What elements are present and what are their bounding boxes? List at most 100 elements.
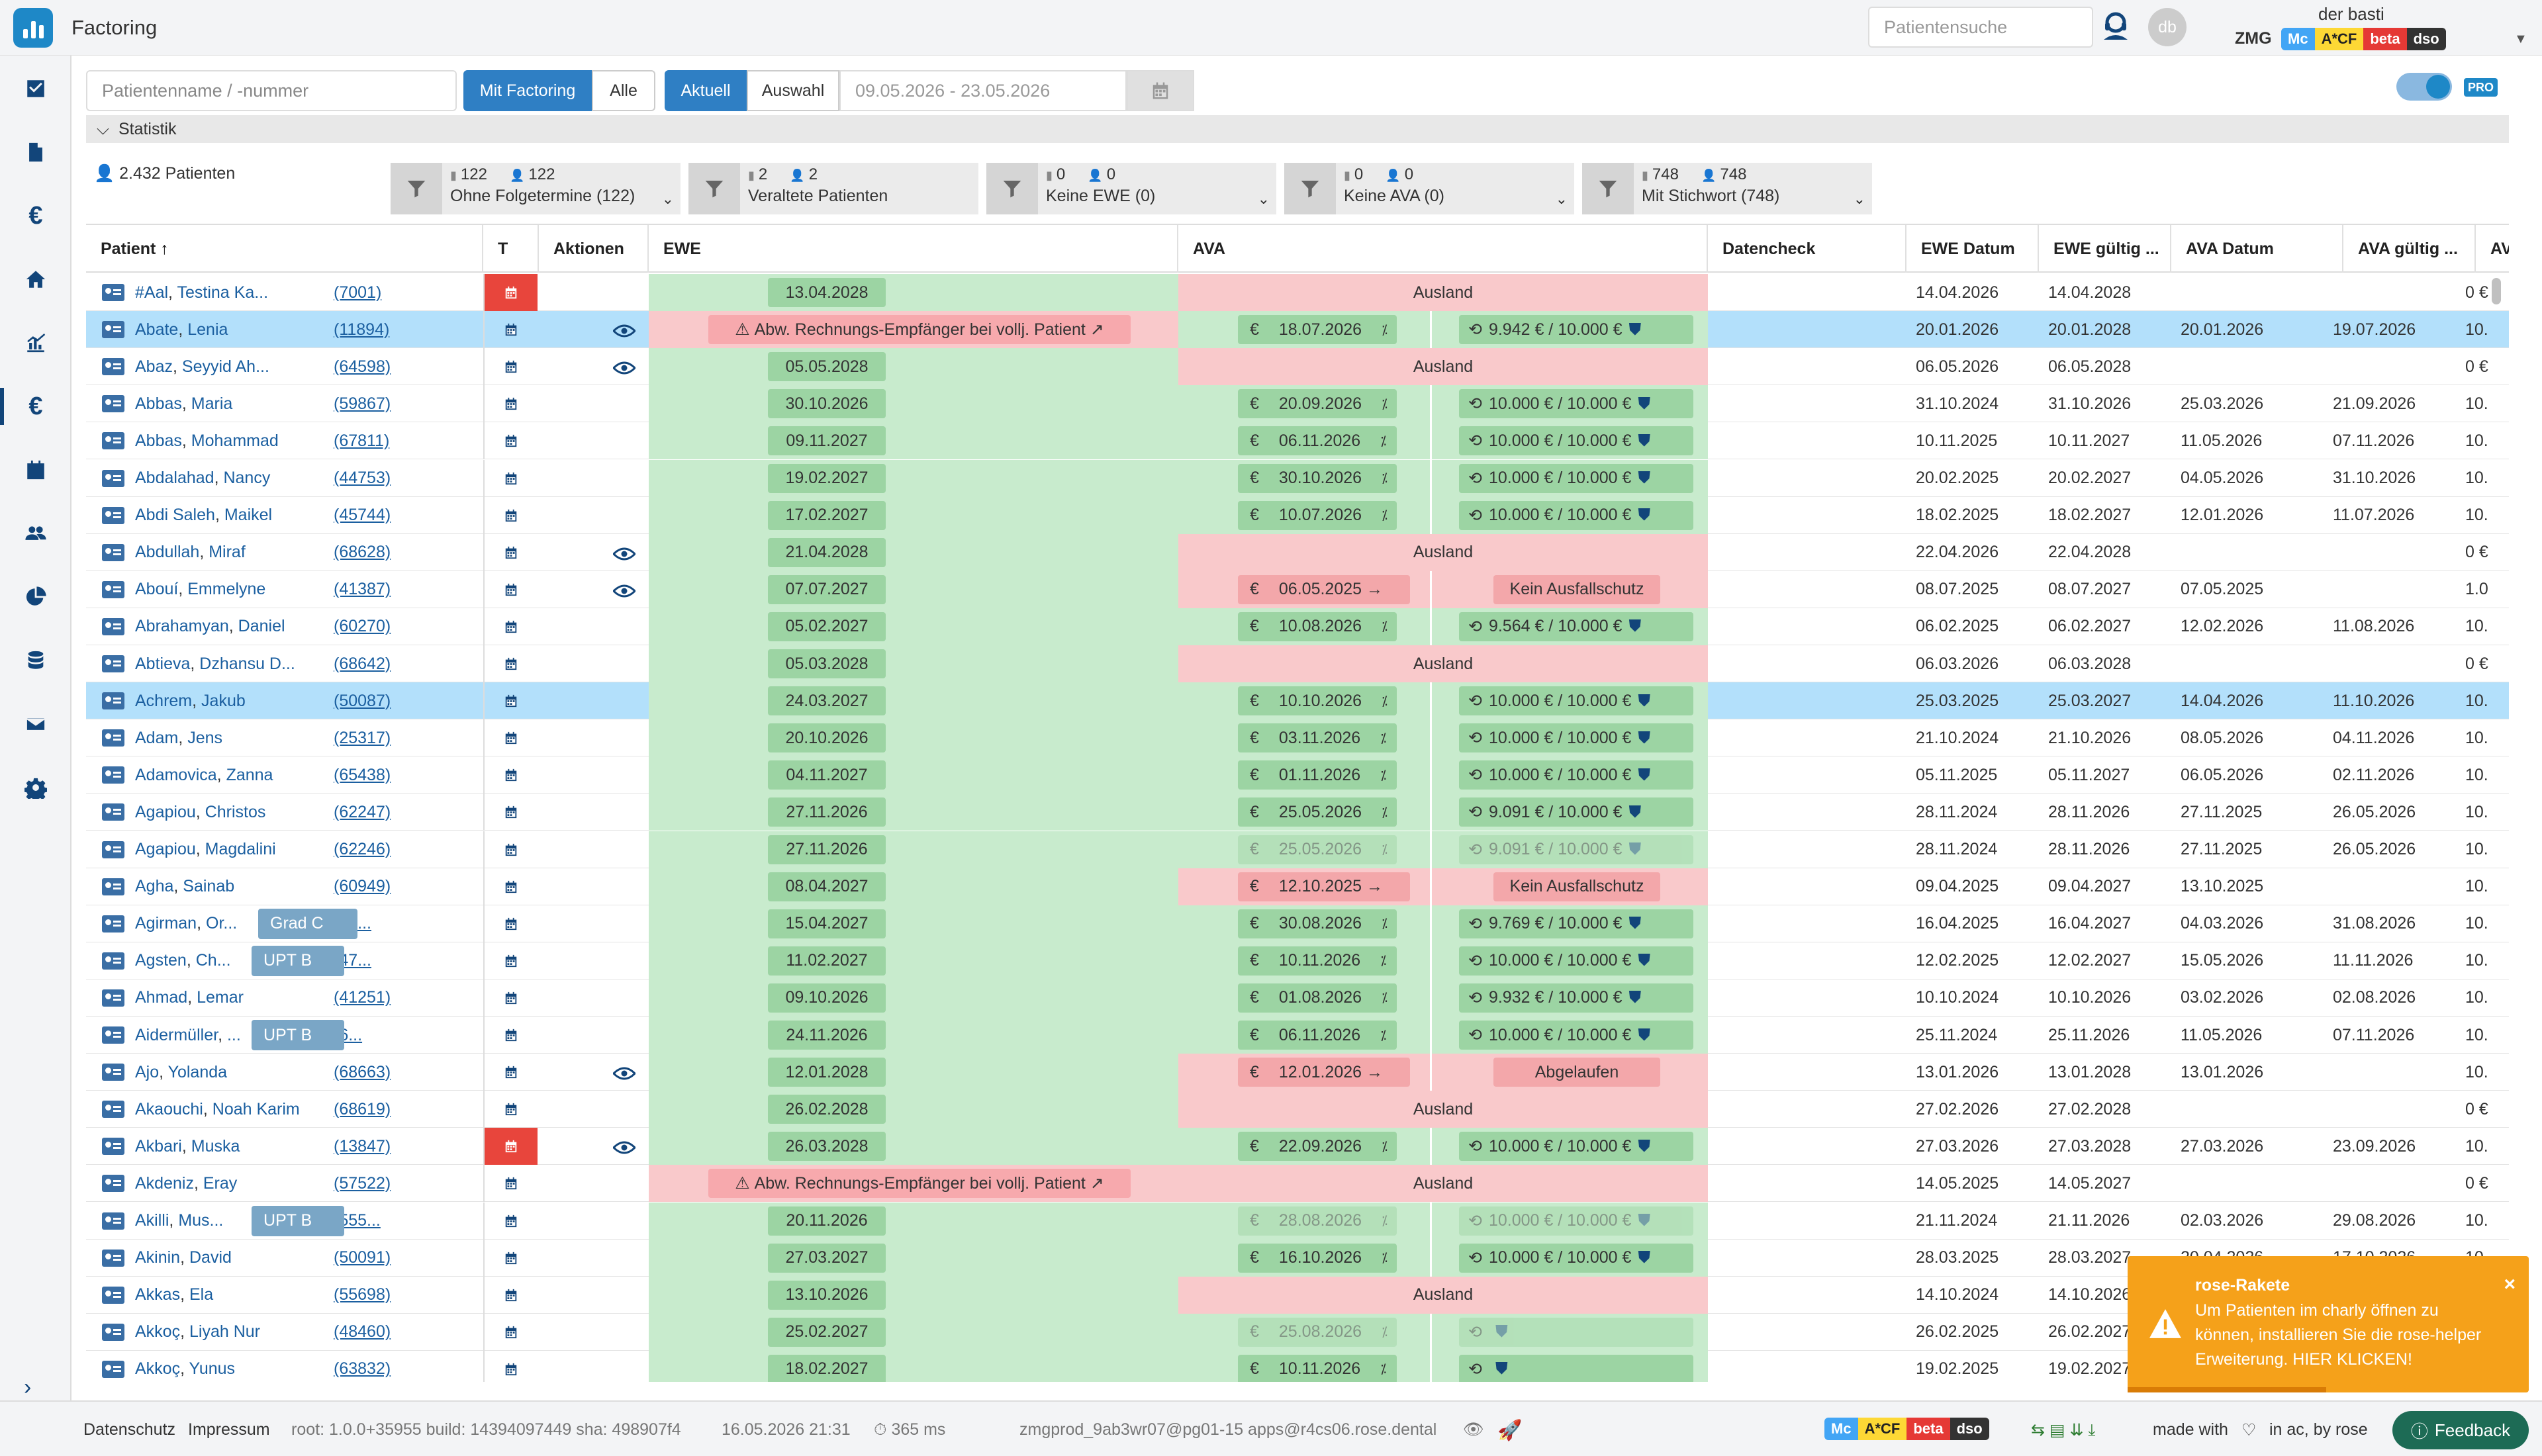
patient-card-icon[interactable] xyxy=(102,506,124,524)
sidebar-item-calendar[interactable] xyxy=(17,451,54,488)
appointment-cell[interactable] xyxy=(483,645,538,682)
patient-name[interactable]: Abbas, Maria xyxy=(135,394,360,414)
ava-cell[interactable]: €10.11.2026 ⁒ ⟲ 10.000 € / 10.000 € ⛊ xyxy=(1178,942,1708,979)
appointment-cell[interactable] xyxy=(483,794,538,831)
ewe-cell[interactable]: 11.02.2027 xyxy=(649,942,1178,979)
calendar-icon[interactable] xyxy=(504,508,518,523)
table-row[interactable]: Agha, Sainab (60949) 08.04.2027 €12.10.2025… xyxy=(86,868,2509,905)
chevron-right-icon[interactable]: › xyxy=(24,1375,31,1400)
sidebar-item-billing[interactable]: € xyxy=(17,197,54,234)
ava-cell[interactable]: €03.11.2026 ⁒ ⟲ 10.000 € / 10.000 € ⛊ xyxy=(1178,719,1708,757)
sidebar-item-settings[interactable] xyxy=(17,769,54,806)
patient-card-icon[interactable] xyxy=(102,1138,124,1156)
calendar-icon[interactable] xyxy=(504,1176,518,1191)
ava-cell[interactable]: €01.11.2026 ⁒ ⟲ 10.000 € / 10.000 € ⛊ xyxy=(1178,756,1708,794)
ewe-cell[interactable]: 19.02.2027 xyxy=(649,459,1178,497)
ewe-cell[interactable]: ⚠ Abw. Rechnungs-Empfänger bei vollj. Pa… xyxy=(649,311,1178,349)
ava-cell[interactable]: €01.08.2026 ⁒ ⟲ 9.932 € / 10.000 € ⛊ xyxy=(1178,979,1708,1017)
patient-name[interactable]: Abouí, Emmelyne xyxy=(135,580,360,599)
patient-cell[interactable]: Abbas, Mohammad (67811) xyxy=(86,422,483,459)
stat-filter-followup[interactable]: ▮ 122 👤 122 Ohne Folgetermine (122) ⌄ xyxy=(391,163,681,214)
table-row[interactable]: Adam, Jens (25317) 20.10.2026 €03.11.2026 ⁒ ⟲… xyxy=(86,719,2509,757)
patient-number-link[interactable]: (68619) xyxy=(334,1100,466,1119)
ava-cell[interactable]: Ausland xyxy=(1178,274,1708,311)
patient-cell[interactable]: Akkas, Ela (55698) xyxy=(86,1277,483,1314)
ava-cell[interactable]: Ausland xyxy=(1178,1276,1708,1314)
patient-number-link[interactable]: (67811) xyxy=(334,432,466,451)
sidebar-item-analytics[interactable] xyxy=(17,324,54,361)
appointment-cell[interactable] xyxy=(483,533,538,571)
col-ava-datum[interactable]: AVA Datum xyxy=(2171,225,2343,273)
appointment-cell[interactable] xyxy=(483,1313,538,1351)
appointment-cell[interactable] xyxy=(483,942,538,979)
ava-cell[interactable]: €22.09.2026 ⁒ ⟲ 10.000 € / 10.000 € ⛊ xyxy=(1178,1128,1708,1165)
patient-card-icon[interactable] xyxy=(102,1175,124,1193)
patient-cell[interactable]: Abaz, Seyyid Ah... (64598) xyxy=(86,348,483,385)
calendar-icon[interactable] xyxy=(504,657,518,671)
patient-name[interactable]: Abtieva, Dzhansu D... xyxy=(135,655,360,674)
table-row[interactable]: Abbas, Mohammad (67811) 09.11.2027 €06.11.2… xyxy=(86,422,2509,460)
ewe-cell[interactable]: 25.02.2027 xyxy=(649,1313,1178,1351)
patient-number-link[interactable]: (57522) xyxy=(334,1174,466,1193)
ava-cell[interactable]: Ausland xyxy=(1178,1165,1708,1203)
appointment-cell[interactable] xyxy=(483,459,538,497)
col-ewe-datum[interactable]: EWE Datum xyxy=(1906,225,2039,273)
patient-cell[interactable]: Agapiou, Magdalini (62246) xyxy=(86,831,483,868)
period-aktuell-button[interactable]: Aktuell xyxy=(665,70,747,111)
appointment-cell[interactable] xyxy=(483,831,538,868)
pro-toggle[interactable] xyxy=(2396,73,2452,101)
ewe-warning[interactable]: ⚠ Abw. Rechnungs-Empfänger bei vollj. Pa… xyxy=(708,1169,1131,1199)
calendar-icon[interactable] xyxy=(504,694,518,708)
rose-rakete-toast[interactable]: rose-Rakete Um Patienten im charly öffne… xyxy=(2128,1256,2529,1392)
patient-number-link[interactable]: (68642) xyxy=(334,655,466,674)
filter-icon[interactable] xyxy=(688,163,740,214)
ewe-cell[interactable]: 20.10.2026 xyxy=(649,719,1178,757)
appointment-cell[interactable] xyxy=(483,1202,538,1240)
table-row[interactable]: Akilli, Mus... (555... UPT B 20.11.2026 €28.… xyxy=(86,1202,2509,1240)
calendar-icon[interactable] xyxy=(504,954,518,968)
patient-card-icon[interactable] xyxy=(102,803,124,821)
rocket-icon[interactable]: 🚀 xyxy=(1497,1419,1522,1442)
ava-cell[interactable]: €06.11.2026 ⁒ ⟲ 10.000 € / 10.000 € ⛊ xyxy=(1178,422,1708,460)
ewe-cell[interactable]: 13.10.2026 xyxy=(649,1276,1178,1314)
ewe-cell[interactable]: 05.02.2027 xyxy=(649,608,1178,645)
appointment-cell[interactable] xyxy=(483,1350,538,1382)
sidebar-item-tasks[interactable] xyxy=(17,70,54,107)
ewe-cell[interactable]: 07.07.2027 xyxy=(649,570,1178,608)
patient-cell[interactable]: Abdullah, Miraf (68628) xyxy=(86,534,483,571)
statistics-toggle[interactable]: ⌵ Statistik xyxy=(86,115,2509,143)
ewe-cell[interactable]: 05.05.2028 xyxy=(649,348,1178,386)
patient-card-icon[interactable] xyxy=(102,432,124,450)
chevron-down-icon[interactable]: ▼ xyxy=(2514,32,2527,47)
appointment-cell[interactable] xyxy=(483,979,538,1017)
patient-card-icon[interactable] xyxy=(102,284,124,301)
ava-cell[interactable]: €16.10.2026 ⁒ ⟲ 10.000 € / 10.000 € ⛊ xyxy=(1178,1239,1708,1277)
imprint-link[interactable]: Impressum xyxy=(188,1420,270,1439)
sidebar-item-mail[interactable] xyxy=(17,705,54,743)
patient-number-link[interactable]: (62247) xyxy=(334,803,466,822)
patient-name[interactable]: Agapiou, Christos xyxy=(135,803,360,822)
table-row[interactable]: Aidermüller, ... (6... UPT B 24.11.2026 €06.… xyxy=(86,1017,2509,1054)
ewe-cell[interactable]: 05.03.2028 xyxy=(649,645,1178,682)
ewe-cell[interactable]: 24.11.2026 xyxy=(649,1017,1178,1054)
ewe-cell[interactable]: 13.04.2028 xyxy=(649,274,1178,311)
calendar-icon[interactable] xyxy=(504,1288,518,1302)
patient-cell[interactable]: Akdeniz, Eray (57522) xyxy=(86,1165,483,1202)
ewe-cell[interactable]: 09.11.2027 xyxy=(649,422,1178,460)
patient-name[interactable]: Abdalahad, Nancy xyxy=(135,469,360,488)
patient-card-icon[interactable] xyxy=(102,915,124,933)
patient-name[interactable]: Adamovica, Zanna xyxy=(135,766,360,785)
appointment-cell[interactable] xyxy=(483,905,538,942)
close-icon[interactable]: × xyxy=(2504,1273,2516,1296)
patient-cell[interactable]: Akbari, Muska (13847) xyxy=(86,1128,483,1165)
eye-icon[interactable] xyxy=(612,583,637,598)
calendar-icon[interactable] xyxy=(504,582,518,597)
patient-cell[interactable]: Abate, Lenia (11894) xyxy=(86,311,483,348)
ewe-cell[interactable]: 26.03.2028 xyxy=(649,1128,1178,1165)
support-headset-icon[interactable] xyxy=(2097,8,2134,45)
stat-filter-select[interactable]: Keine EWE (0) xyxy=(1046,187,1268,206)
calendar-icon[interactable] xyxy=(504,1214,518,1228)
ava-cell[interactable]: €12.10.2025 → Kein Ausfallschutz xyxy=(1178,868,1708,905)
col-datencheck[interactable]: Datencheck xyxy=(1708,225,1906,273)
table-row[interactable]: Akdeniz, Eray (57522) ⚠ Abw. Rechnungs-Emp… xyxy=(86,1165,2509,1203)
